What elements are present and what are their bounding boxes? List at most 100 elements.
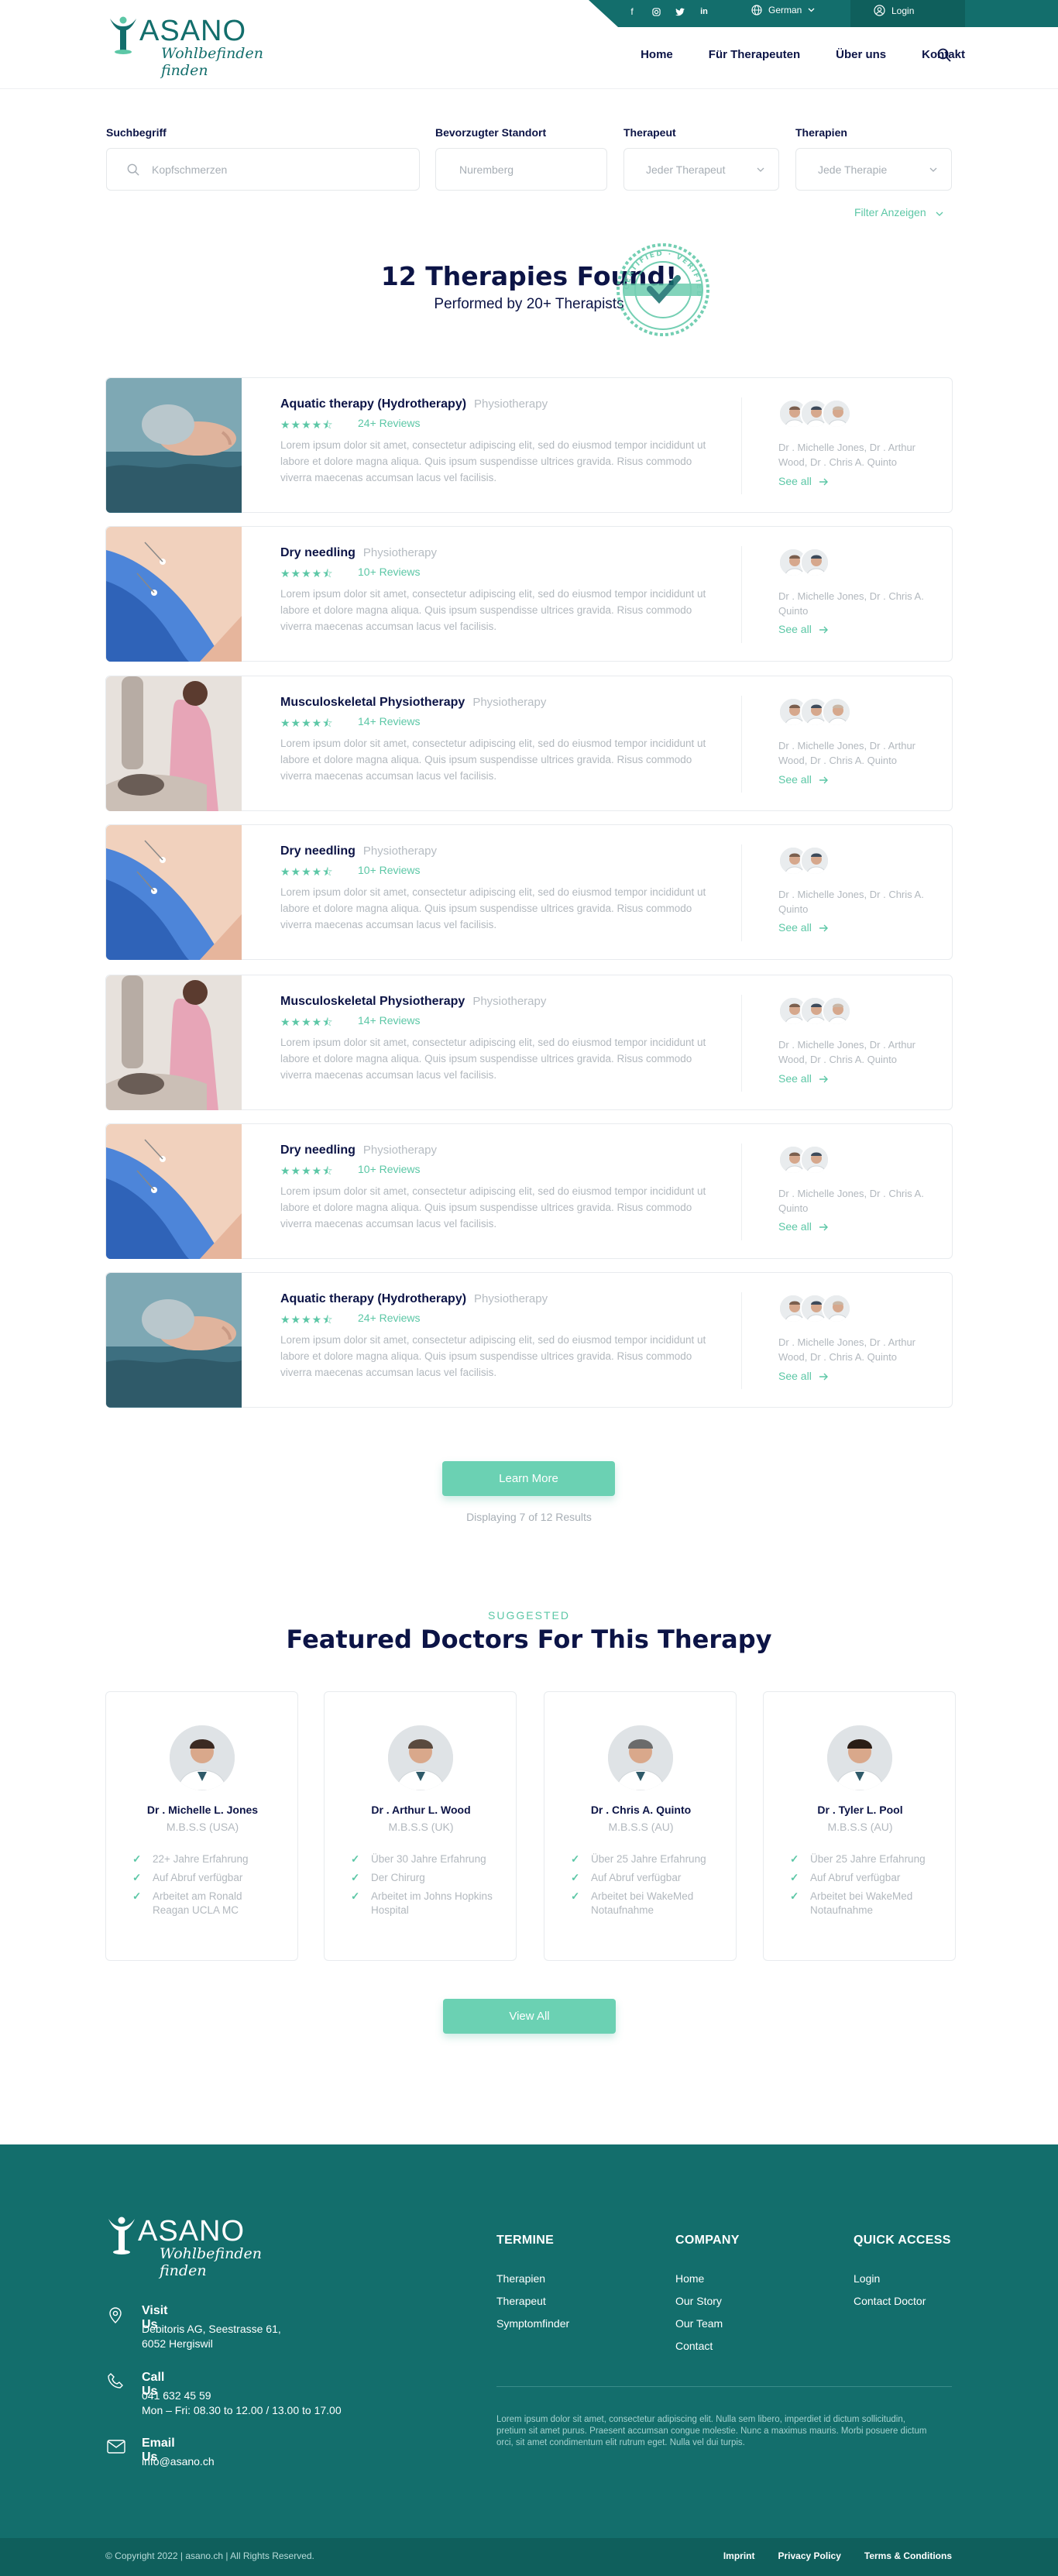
- doctor-highlight: Arbeitet im Johns Hopkins Hospital: [351, 1890, 498, 1917]
- doctor-highlights: 22+ Jahre Erfahrung Auf Abruf verfügbar Ar…: [132, 1852, 280, 1922]
- view-all-button[interactable]: View All: [443, 1999, 616, 2034]
- visit-address: Debitoris AG, Seestrasse 61, 6052 Hergis…: [142, 2323, 281, 2350]
- email-value[interactable]: info@asano.ch: [142, 2454, 343, 2469]
- show-filter-link[interactable]: Filter Anzeigen: [854, 206, 943, 218]
- instagram-icon[interactable]: [649, 5, 663, 19]
- therapist-select[interactable]: Jeder Therapeut: [623, 148, 779, 191]
- company-link[interactable]: Home: [675, 2272, 704, 2285]
- therapy-card[interactable]: Dry needling Physiotherapy ★★★★⯪ 10+ Review…: [105, 824, 953, 960]
- doctor-name[interactable]: Dr . Tyler L. Pool: [764, 1804, 957, 1816]
- quick-link[interactable]: Login: [854, 2272, 880, 2285]
- social-links: f in: [625, 5, 711, 19]
- search-icon: [127, 163, 139, 176]
- search-icon[interactable]: [937, 48, 951, 62]
- therapy-image: [106, 378, 242, 513]
- card-divider: [741, 844, 742, 941]
- doctor-name[interactable]: Dr . Chris A. Quinto: [544, 1804, 737, 1816]
- nav-about[interactable]: Über uns: [836, 48, 886, 61]
- learn-more-button[interactable]: Learn More: [442, 1461, 615, 1496]
- see-all-link[interactable]: See all: [778, 475, 829, 487]
- therapies-select[interactable]: Jede Therapie: [795, 148, 952, 191]
- termine-link[interactable]: Therapien: [496, 2272, 545, 2285]
- results-title: 12 Therapies Found!: [380, 261, 678, 291]
- therapy-title[interactable]: Dry needling Physiotherapy: [280, 546, 437, 560]
- see-all-link[interactable]: See all: [778, 773, 829, 786]
- see-all-link[interactable]: See all: [778, 921, 829, 934]
- therapy-title[interactable]: Dry needling Physiotherapy: [280, 844, 437, 858]
- therapy-card[interactable]: Dry needling Physiotherapy ★★★★⯪ 10+ Review…: [105, 526, 953, 662]
- see-all-link[interactable]: See all: [778, 623, 829, 635]
- language-selector[interactable]: German: [751, 5, 815, 15]
- reviews-count[interactable]: 24+ Reviews: [358, 1312, 421, 1324]
- therapy-card[interactable]: Dry needling Physiotherapy ★★★★⯪ 10+ Review…: [105, 1123, 953, 1259]
- asano-logo[interactable]: ASANO Wohlbefinden finden: [108, 14, 310, 79]
- card-divider: [741, 1292, 742, 1389]
- footer-logo[interactable]: ASANO Wohlbefinden finden: [107, 2214, 308, 2279]
- see-all-link[interactable]: See all: [778, 1220, 829, 1233]
- nav-for-therapists[interactable]: Für Therapeuten: [709, 48, 800, 61]
- rating-stars: ★★★★⯪: [280, 418, 334, 431]
- login-button[interactable]: Login: [874, 5, 914, 16]
- termine-link[interactable]: Symptomfinder: [496, 2317, 569, 2330]
- results-subtitle: Performed by 20+ Therapists: [434, 296, 624, 312]
- doctor-name[interactable]: Dr . Arthur L. Wood: [325, 1804, 517, 1816]
- reviews-count[interactable]: 14+ Reviews: [358, 1014, 421, 1027]
- arrow-right-icon: [819, 924, 829, 932]
- location-input[interactable]: Nuremberg: [435, 148, 607, 191]
- call-phone[interactable]: 041 632 45 59: [142, 2389, 343, 2403]
- card-divider: [741, 696, 742, 793]
- termine-link[interactable]: Therapeut: [496, 2295, 546, 2307]
- therapy-card[interactable]: Aquatic therapy (Hydrotherapy) Physiother…: [105, 377, 953, 513]
- footer-logo-brand: ASANO: [138, 2215, 246, 2248]
- terms-link[interactable]: Terms & Conditions: [864, 2550, 952, 2561]
- therapy-card[interactable]: Musculoskeletal Physiotherapy Physiothera…: [105, 975, 953, 1110]
- doctor-names: Dr . Michelle Jones, Dr . Chris A. Quint…: [778, 889, 924, 915]
- see-all-link[interactable]: See all: [778, 1370, 829, 1382]
- reviews-count[interactable]: 10+ Reviews: [358, 566, 421, 578]
- card-divider: [741, 995, 742, 1092]
- therapies-value: Jede Therapie: [818, 163, 888, 176]
- search-label: Suchbegriff: [106, 126, 167, 139]
- therapy-title[interactable]: Musculoskeletal Physiotherapy Physiothera…: [280, 995, 546, 1009]
- chevron-down-icon: [929, 167, 937, 172]
- facebook-icon[interactable]: f: [625, 5, 639, 19]
- therapy-description: Lorem ipsum dolor sit amet, consectetur …: [280, 1334, 706, 1378]
- view-all-label: View All: [509, 2010, 550, 2023]
- linkedin-icon[interactable]: in: [697, 5, 711, 19]
- therapy-card[interactable]: Aquatic therapy (Hydrotherapy) Physiother…: [105, 1272, 953, 1408]
- doctor-highlight: Auf Abruf verfügbar: [790, 1871, 937, 1885]
- search-input[interactable]: Kopfschmerzen: [106, 148, 420, 191]
- call-hours: Mon – Fri: 08.30 to 12.00 / 13.00 to 17.…: [142, 2404, 342, 2416]
- doctor-name[interactable]: Dr . Michelle L. Jones: [106, 1804, 299, 1816]
- therapy-category: Physiotherapy: [362, 546, 437, 559]
- nav-home[interactable]: Home: [641, 48, 673, 61]
- reviews-count[interactable]: 10+ Reviews: [358, 864, 421, 876]
- twitter-icon[interactable]: [673, 5, 687, 19]
- reviews-count[interactable]: 24+ Reviews: [358, 417, 421, 429]
- quick-link[interactable]: Contact Doctor: [854, 2295, 926, 2307]
- doctor-avatars: [778, 1145, 830, 1175]
- doctor-card[interactable]: Dr . Chris A. Quinto M.B.S.S (AU) Über 25 …: [544, 1691, 737, 1961]
- therapy-title[interactable]: Aquatic therapy (Hydrotherapy) Physiother…: [280, 1292, 548, 1306]
- therapy-title[interactable]: Dry needling Physiotherapy: [280, 1144, 437, 1157]
- arrow-right-icon: [819, 478, 829, 486]
- therapy-description: Lorem ipsum dolor sit amet, consectetur …: [280, 738, 706, 782]
- doctor-card[interactable]: Dr . Arthur L. Wood M.B.S.S (UK) Über 30 J…: [324, 1691, 517, 1961]
- privacy-link[interactable]: Privacy Policy: [778, 2550, 840, 2561]
- doctor-card[interactable]: Dr . Tyler L. Pool M.B.S.S (AU) Über 25 Ja…: [763, 1691, 956, 1961]
- reviews-count[interactable]: 14+ Reviews: [358, 715, 421, 727]
- rating-stars: ★★★★⯪: [280, 1016, 334, 1028]
- company-link[interactable]: Our Team: [675, 2317, 723, 2330]
- therapy-image: [106, 825, 242, 960]
- reviews-count[interactable]: 10+ Reviews: [358, 1163, 421, 1175]
- company-link[interactable]: Contact: [675, 2340, 713, 2352]
- imprint-link[interactable]: Imprint: [723, 2550, 755, 2561]
- doctor-card[interactable]: Dr . Michelle L. Jones M.B.S.S (USA) 22+ J…: [105, 1691, 298, 1961]
- footer-divider: [496, 2386, 952, 2387]
- company-link[interactable]: Our Story: [675, 2295, 722, 2307]
- therapy-card[interactable]: Musculoskeletal Physiotherapy Physiothera…: [105, 676, 953, 811]
- therapy-title[interactable]: Musculoskeletal Physiotherapy Physiothera…: [280, 696, 546, 710]
- see-all-link[interactable]: See all: [778, 1072, 829, 1085]
- termine-title: TERMINE: [496, 2234, 555, 2247]
- therapy-title[interactable]: Aquatic therapy (Hydrotherapy) Physiother…: [280, 397, 548, 411]
